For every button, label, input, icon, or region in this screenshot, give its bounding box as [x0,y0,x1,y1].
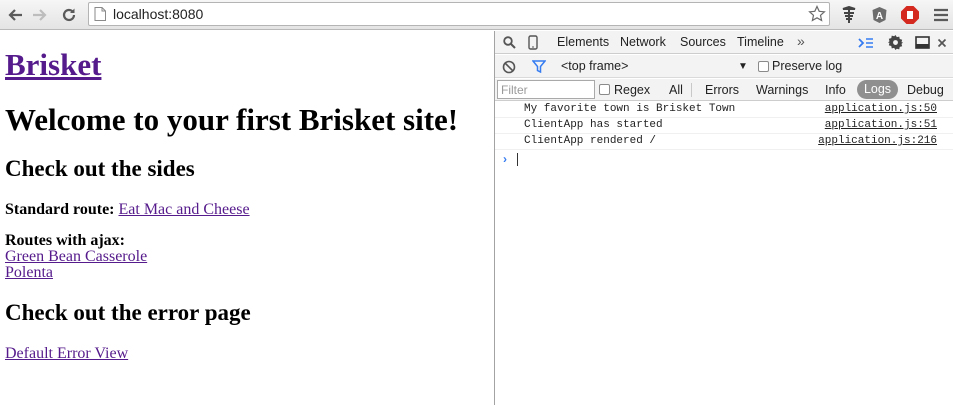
green-bean-casserole-link[interactable]: Green Bean Casserole [5,249,147,265]
extension-stop-icon[interactable] [899,4,921,26]
preserve-log-checkbox[interactable] [758,61,769,72]
standard-route-label: Standard route: [5,201,115,218]
clear-console-icon[interactable] [500,58,518,75]
console-message: ClientApp has started application.js:51 [495,118,953,134]
ajax-routes: Routes with ajax: Green Bean Casserole P… [5,233,147,281]
level-info[interactable]: Info [825,83,846,97]
forward-icon[interactable] [29,4,51,26]
close-icon[interactable] [933,34,951,51]
regex-label: Regex [614,83,651,97]
devtools-tabbar: Elements Network Sources Timeline » [495,31,953,54]
gear-icon[interactable] [886,34,904,51]
console-message-source-link[interactable]: application.js:51 [825,118,937,133]
text-caret [517,153,518,166]
level-debug[interactable]: Debug [907,83,944,97]
address-bar[interactable]: localhost:8080 [88,2,830,26]
console-message: ClientApp rendered / application.js:216 [495,134,953,150]
console-message-source-link[interactable]: application.js:50 [825,102,937,117]
frame-selector[interactable]: <top frame> [561,59,628,73]
level-errors[interactable]: Errors [705,83,739,97]
eat-mac-and-cheese-link[interactable]: Eat Mac and Cheese [119,201,250,218]
error-heading: Check out the error page [5,300,251,325]
ajax-routes-label: Routes with ajax: [5,232,125,249]
extension-signal-icon[interactable] [838,4,860,26]
page-icon [94,7,106,26]
standard-route: Standard route: Eat Mac and Cheese [5,201,250,219]
tab-timeline[interactable]: Timeline [737,35,784,49]
console-context-bar: <top frame> ▼ Preserve log [495,55,953,78]
console-filter-bar: Regex All Errors Warnings Info Logs Debu… [495,79,953,101]
tab-elements[interactable]: Elements [557,35,609,49]
menu-icon[interactable] [930,4,952,26]
welcome-heading: Welcome to your first Brisket site! [5,102,459,137]
console-messages: My favorite town is Brisket Town applica… [495,102,953,168]
level-separator [691,83,692,97]
reload-icon[interactable] [58,4,80,26]
console-message-text: ClientApp has started [524,119,663,131]
console-message-text: ClientApp rendered / [524,135,657,147]
svg-text:A: A [875,11,882,22]
level-warnings[interactable]: Warnings [756,83,808,97]
page-content: Brisket Welcome to your first Brisket si… [0,31,494,405]
tab-sources[interactable]: Sources [680,35,726,49]
regex-checkbox[interactable] [599,84,610,95]
tab-network[interactable]: Network [620,35,666,49]
console-message-text: My favorite town is Brisket Town [524,103,736,115]
prompt-chevron-icon: › [503,152,507,166]
polenta-link[interactable]: Polenta [5,265,147,281]
console-message-source-link[interactable]: application.js:216 [818,134,937,149]
url-text[interactable]: localhost:8080 [113,6,203,22]
browser-toolbar: localhost:8080 A [0,0,953,30]
back-icon[interactable] [4,4,26,26]
dock-side-icon[interactable] [913,34,931,51]
console-message: My favorite town is Brisket Town applica… [495,102,953,118]
sides-heading: Check out the sides [5,156,195,181]
site-title-link[interactable]: Brisket [5,47,101,83]
error-link-paragraph: Default Error View [5,345,128,363]
device-mode-icon[interactable] [524,34,542,51]
preserve-log-label: Preserve log [772,59,843,73]
search-icon[interactable] [500,34,518,51]
chevron-down-icon[interactable]: ▼ [738,61,748,72]
more-tabs-chevron[interactable]: » [797,33,805,49]
drawer-console-icon[interactable] [857,34,875,51]
star-icon[interactable] [808,5,826,28]
extension-a-icon[interactable]: A [868,4,890,26]
devtools-panel: Elements Network Sources Timeline » <top… [495,31,953,405]
level-all[interactable]: All [669,83,683,97]
default-error-view-link[interactable]: Default Error View [5,345,128,362]
filter-input[interactable] [497,80,595,99]
filter-funnel-icon[interactable] [530,58,548,75]
console-prompt[interactable]: › [495,150,953,168]
level-logs[interactable]: Logs [857,80,898,99]
